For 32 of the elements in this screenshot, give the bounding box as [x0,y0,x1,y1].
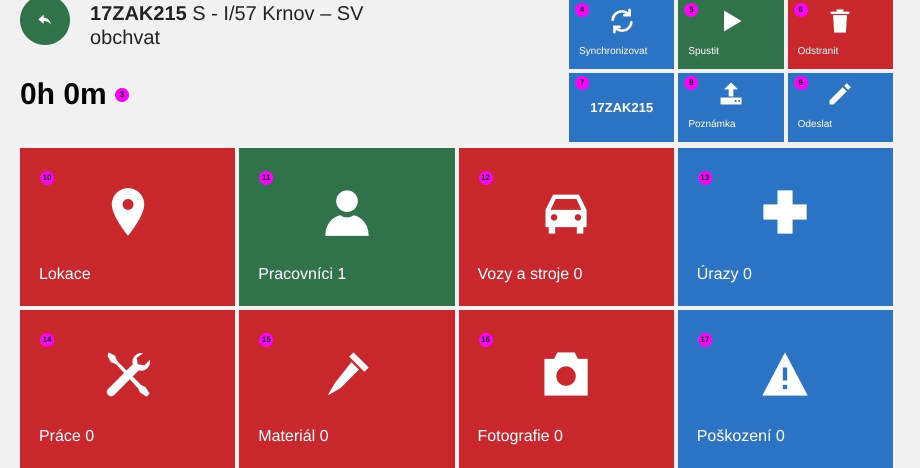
number-marker: 7 [575,76,589,90]
number-marker: 17 [698,333,712,347]
category-tile[interactable]: 14 Práce 0 [20,310,236,468]
category-tile[interactable]: 15 Materiál 0 [239,310,454,468]
category-tile[interactable]: 13 Úrazy 0 [678,148,893,306]
elapsed-time: 0h 0m [20,80,107,110]
category-tile[interactable]: 11 Pracovníci 1 [239,148,454,306]
number-marker: 16 [478,333,492,347]
category-tile[interactable]: 16 Fotografie 0 [458,310,674,468]
number-marker: 11 [259,171,274,185]
number-marker: 3 [114,88,129,102]
number-marker: 8 [684,76,698,90]
action-tile[interactable]: 8 Poznámka [678,73,784,142]
number-marker: 9 [794,76,808,90]
number-marker: 5 [684,3,698,17]
action-tile[interactable]: 6 Odstranit [788,0,893,69]
number-marker: 6 [794,3,808,17]
number-marker: 4 [575,3,589,17]
number-marker: 13 [698,171,712,185]
action-tile[interactable]: 4 Synchronizovat [569,0,674,69]
number-marker: 12 [478,171,492,185]
category-tile[interactable]: 12 Vozy a stroje 0 [458,148,674,306]
number-marker: 14 [40,333,54,347]
number-marker: 15 [259,333,274,347]
number-marker: 10 [40,171,54,185]
category-tile[interactable]: 10 Lokace [20,148,236,306]
action-tile[interactable]: 7 17ZAK215 [569,73,674,142]
back-button[interactable] [20,0,70,45]
job-title: 17ZAK215 S - I/57 Krnov – SV obchvat [90,2,364,50]
action-tile[interactable]: 5 Spustit [678,0,784,69]
action-tile[interactable]: 9 Odeslat [788,73,893,142]
category-tile[interactable]: 17 Poškození 0 [678,310,893,468]
